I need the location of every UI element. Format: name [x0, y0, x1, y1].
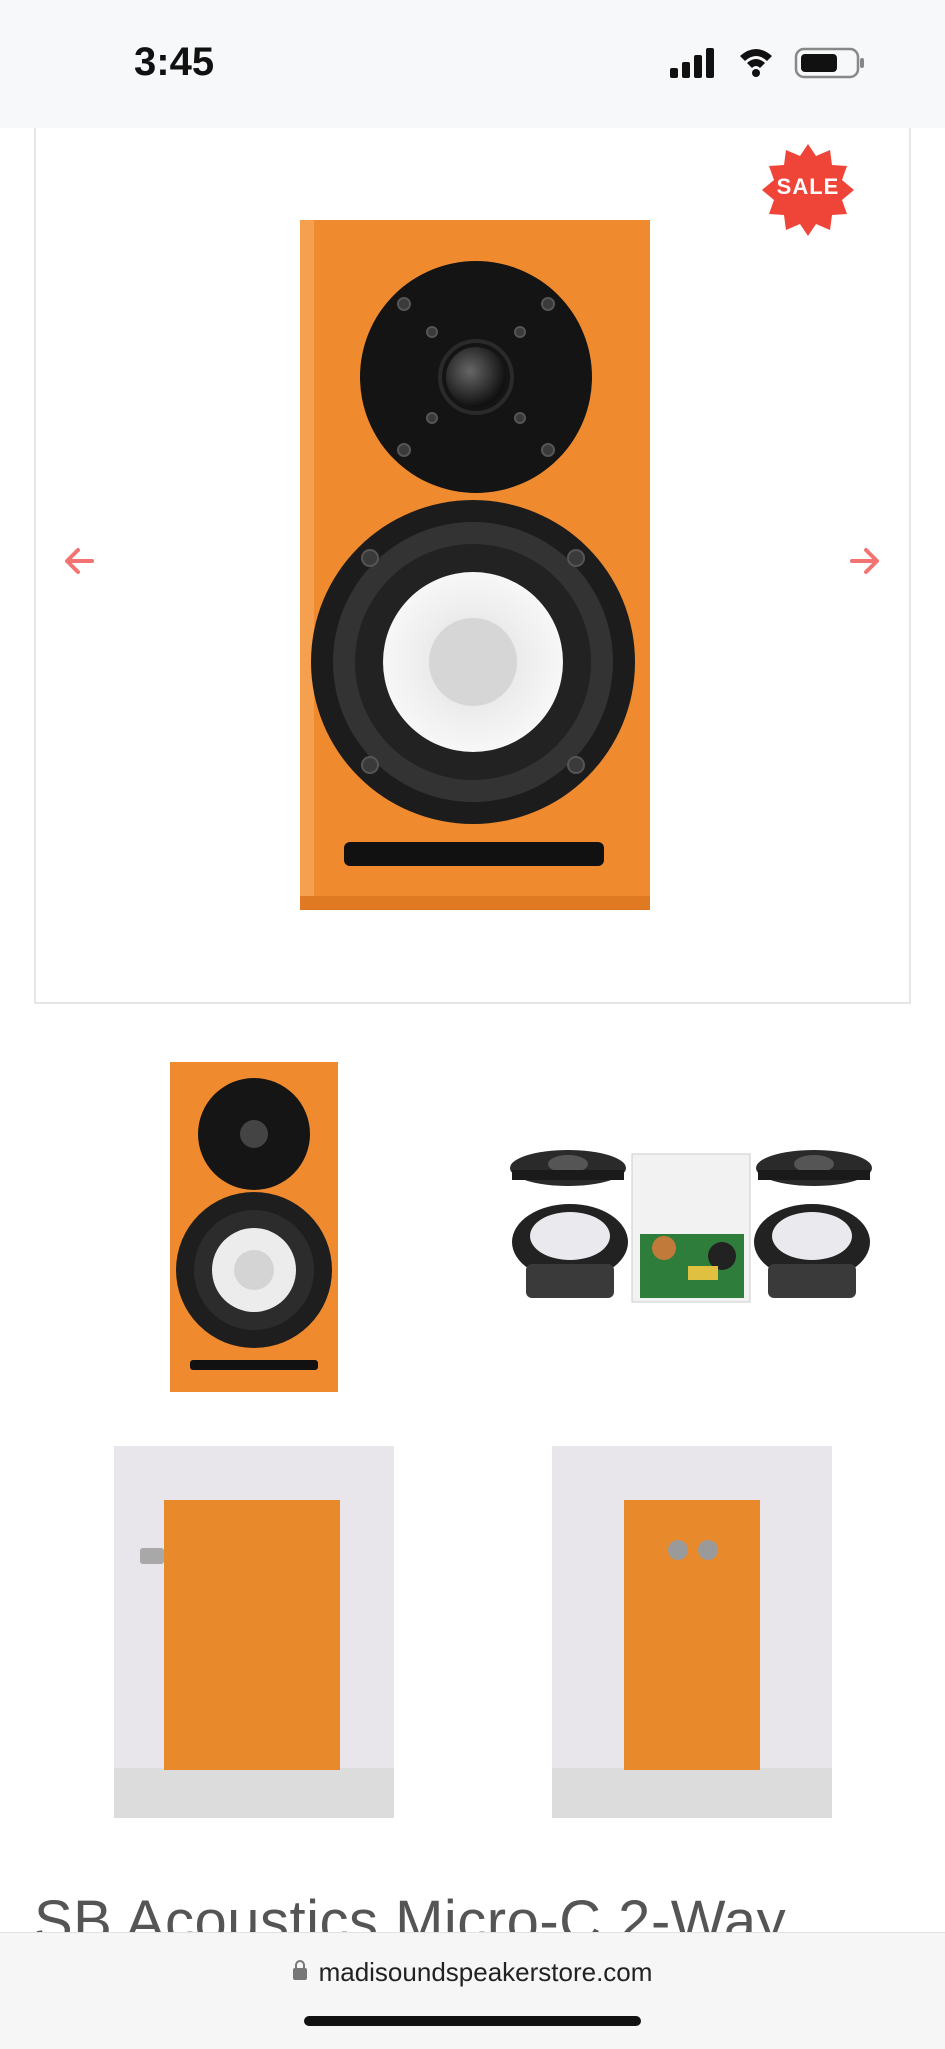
- thumbnail-speaker-back[interactable]: [552, 1446, 832, 1818]
- thumbnail-speaker-front[interactable]: [168, 1060, 340, 1394]
- status-bar: 3:45: [0, 0, 945, 128]
- lock-icon: [292, 1960, 307, 1980]
- status-icons: [670, 47, 864, 79]
- thumbnail-speaker-side[interactable]: [114, 1446, 394, 1818]
- wifi-icon: [740, 49, 772, 77]
- speaker-front-image: [300, 220, 650, 910]
- product-image-main[interactable]: [34, 128, 911, 1004]
- url-text: madisoundspeakerstore.com: [318, 1957, 653, 1987]
- home-indicator[interactable]: [304, 2016, 641, 2026]
- next-arrow-icon[interactable]: [848, 544, 882, 578]
- sale-badge: SALE: [776, 174, 840, 199]
- signal-icon: [670, 48, 714, 78]
- status-time: 3:45: [134, 40, 215, 84]
- thumbnail-kit-components[interactable]: [508, 1146, 874, 1310]
- battery-icon: [794, 47, 864, 79]
- url-bar[interactable]: madisoundspeakerstore.com: [0, 1957, 945, 1988]
- prev-arrow-icon[interactable]: [62, 544, 96, 578]
- browser-bottom-bar: madisoundspeakerstore.com: [0, 1932, 945, 2049]
